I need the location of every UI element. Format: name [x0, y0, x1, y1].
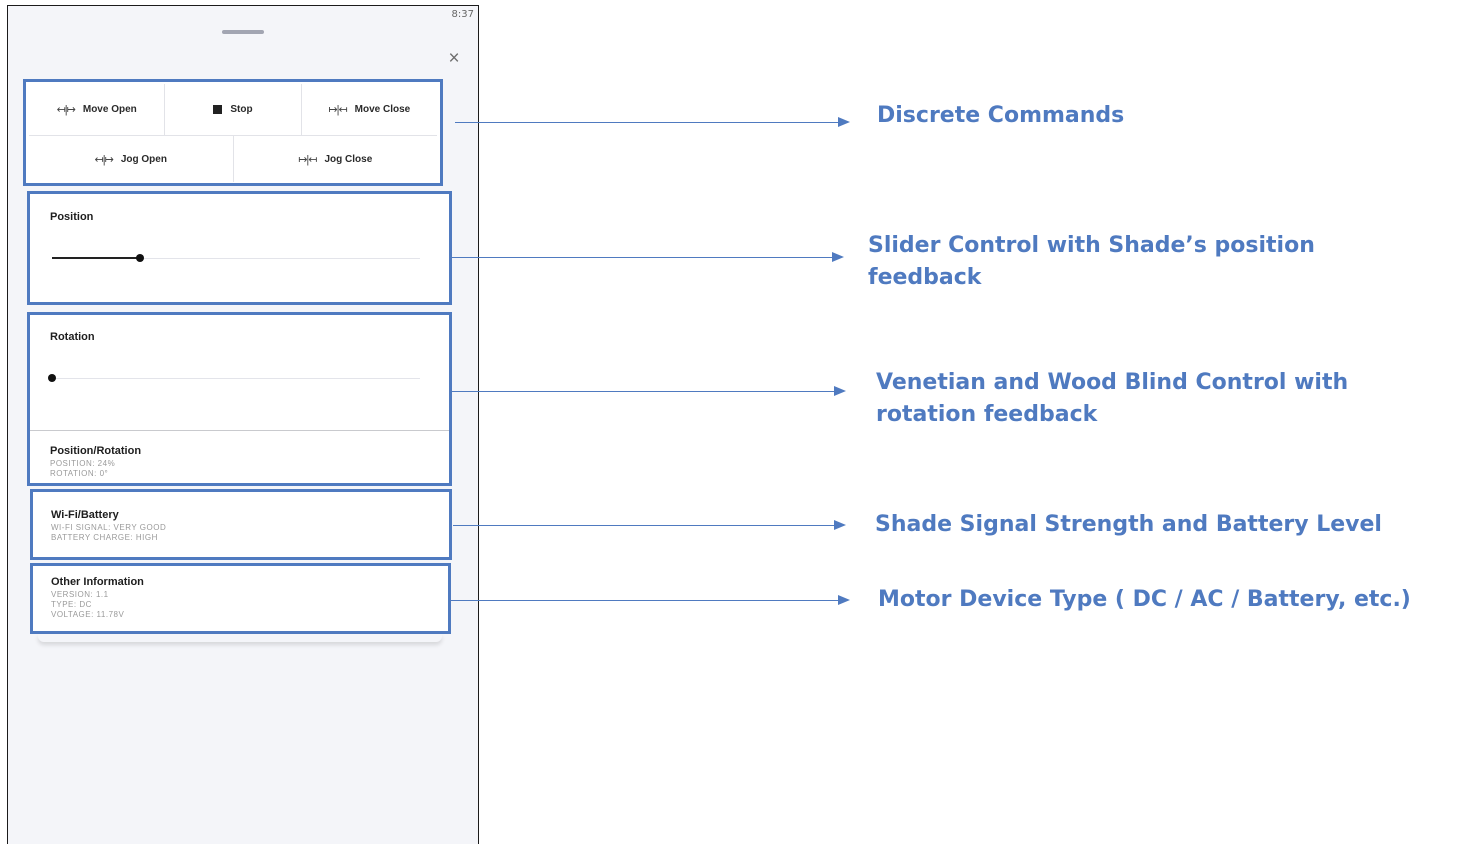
slider-note-line2: feedback	[868, 265, 982, 290]
stop-icon	[213, 105, 223, 114]
discrete-arrow-line	[455, 122, 839, 123]
discrete-arrow-head	[838, 117, 850, 127]
signal-note: Shade Signal Strength and Battery Level	[875, 512, 1382, 537]
stop-label: Stop	[230, 104, 253, 115]
wifi-battery-card: Wi-Fi/Battery WI-FI SIGNAL: VERY GOOD BA…	[30, 489, 452, 560]
position-label: Position	[50, 211, 94, 223]
card-shadow	[38, 634, 442, 642]
rotation-slider-track[interactable]	[52, 378, 420, 379]
venetian-note: Venetian and Wood Blind Control with rot…	[876, 367, 1348, 431]
venetian-arrow-head	[834, 386, 846, 396]
version-text: VERSION: 1.1	[51, 590, 109, 599]
position-rotation-info: Position/Rotation POSITION: 24% ROTATION…	[50, 445, 141, 479]
venetian-note-line1: Venetian and Wood Blind Control with	[876, 370, 1349, 395]
signal-arrow-head	[834, 520, 846, 530]
position-slider-fill	[52, 257, 141, 259]
discrete-commands-note: Discrete Commands	[877, 103, 1125, 128]
move-open-icon: ↤|↦	[56, 104, 76, 116]
other-information-info: Other Information VERSION: 1.1 TYPE: DC …	[51, 576, 144, 620]
jog-close-icon: ↦|↤	[298, 153, 317, 166]
jog-close-button[interactable]: ↦|↤ Jog Close	[234, 136, 438, 182]
stop-button[interactable]: Stop	[165, 84, 302, 135]
move-open-button[interactable]: ↤|↦ Move Open	[29, 84, 166, 135]
wifi-signal-text: WI-FI SIGNAL: VERY GOOD	[51, 523, 167, 532]
other-information-label: Other Information	[51, 576, 144, 588]
wifi-battery-label: Wi-Fi/Battery	[51, 509, 119, 521]
jog-open-icon: ↤|↦	[94, 153, 114, 166]
venetian-note-line2: rotation feedback	[876, 402, 1098, 427]
position-card: Position	[27, 191, 452, 305]
rotation-card: Rotation Position/Rotation POSITION: 24%…	[27, 312, 452, 486]
move-close-icon: ↦|↤	[328, 104, 347, 116]
battery-charge-text: BATTERY CHARGE: HIGH	[51, 533, 158, 542]
jog-open-button[interactable]: ↤|↦ Jog Open	[29, 136, 234, 182]
motor-arrow-line	[451, 600, 839, 601]
rotation-label: Rotation	[50, 331, 95, 343]
voltage-text: VOLTAGE: 11.78V	[51, 610, 125, 619]
position-rotation-label: Position/Rotation	[50, 445, 142, 457]
motor-note: Motor Device Type ( DC / AC / Battery, e…	[878, 587, 1411, 612]
move-close-label: Move Close	[354, 104, 411, 115]
venetian-arrow-line	[452, 391, 835, 392]
slider-arrow-line	[452, 257, 833, 258]
discrete-commands-card: ↤|↦ Move Open Stop ↦|↤ Move Close ↤|↦ Jo…	[23, 79, 443, 186]
jog-open-label: Jog Open	[120, 153, 167, 165]
position-slider-knob[interactable]	[136, 254, 145, 262]
jog-close-label: Jog Close	[324, 153, 373, 165]
slider-arrow-head	[832, 252, 844, 262]
status-time: 8:37	[451, 9, 474, 20]
drag-handle[interactable]	[222, 30, 264, 34]
type-text: TYPE: DC	[51, 600, 92, 609]
position-value-text: POSITION: 24%	[50, 459, 116, 468]
slider-note-line1: Slider Control with Shade’s position	[868, 233, 1315, 258]
signal-arrow-line	[453, 525, 835, 526]
other-information-card: Other Information VERSION: 1.1 TYPE: DC …	[30, 563, 451, 634]
motor-arrow-head	[838, 595, 850, 605]
rotation-divider	[30, 430, 449, 431]
move-open-label: Move Open	[82, 104, 137, 115]
slider-note: Slider Control with Shade’s position fee…	[868, 230, 1315, 294]
rotation-value-text: ROTATION: 0°	[50, 469, 109, 478]
command-row-2: ↤|↦ Jog Open ↦|↤ Jog Close	[29, 136, 437, 182]
move-close-button[interactable]: ↦|↤ Move Close	[302, 84, 437, 135]
wifi-battery-info: Wi-Fi/Battery WI-FI SIGNAL: VERY GOOD BA…	[51, 509, 166, 543]
rotation-slider-knob[interactable]	[48, 374, 56, 382]
close-icon[interactable]: ×	[444, 49, 464, 69]
screen: 8:37 × ↤|↦ Move Open Stop ↦|↤ Move Close…	[0, 0, 1462, 844]
command-row-1: ↤|↦ Move Open Stop ↦|↤ Move Close	[29, 84, 437, 136]
